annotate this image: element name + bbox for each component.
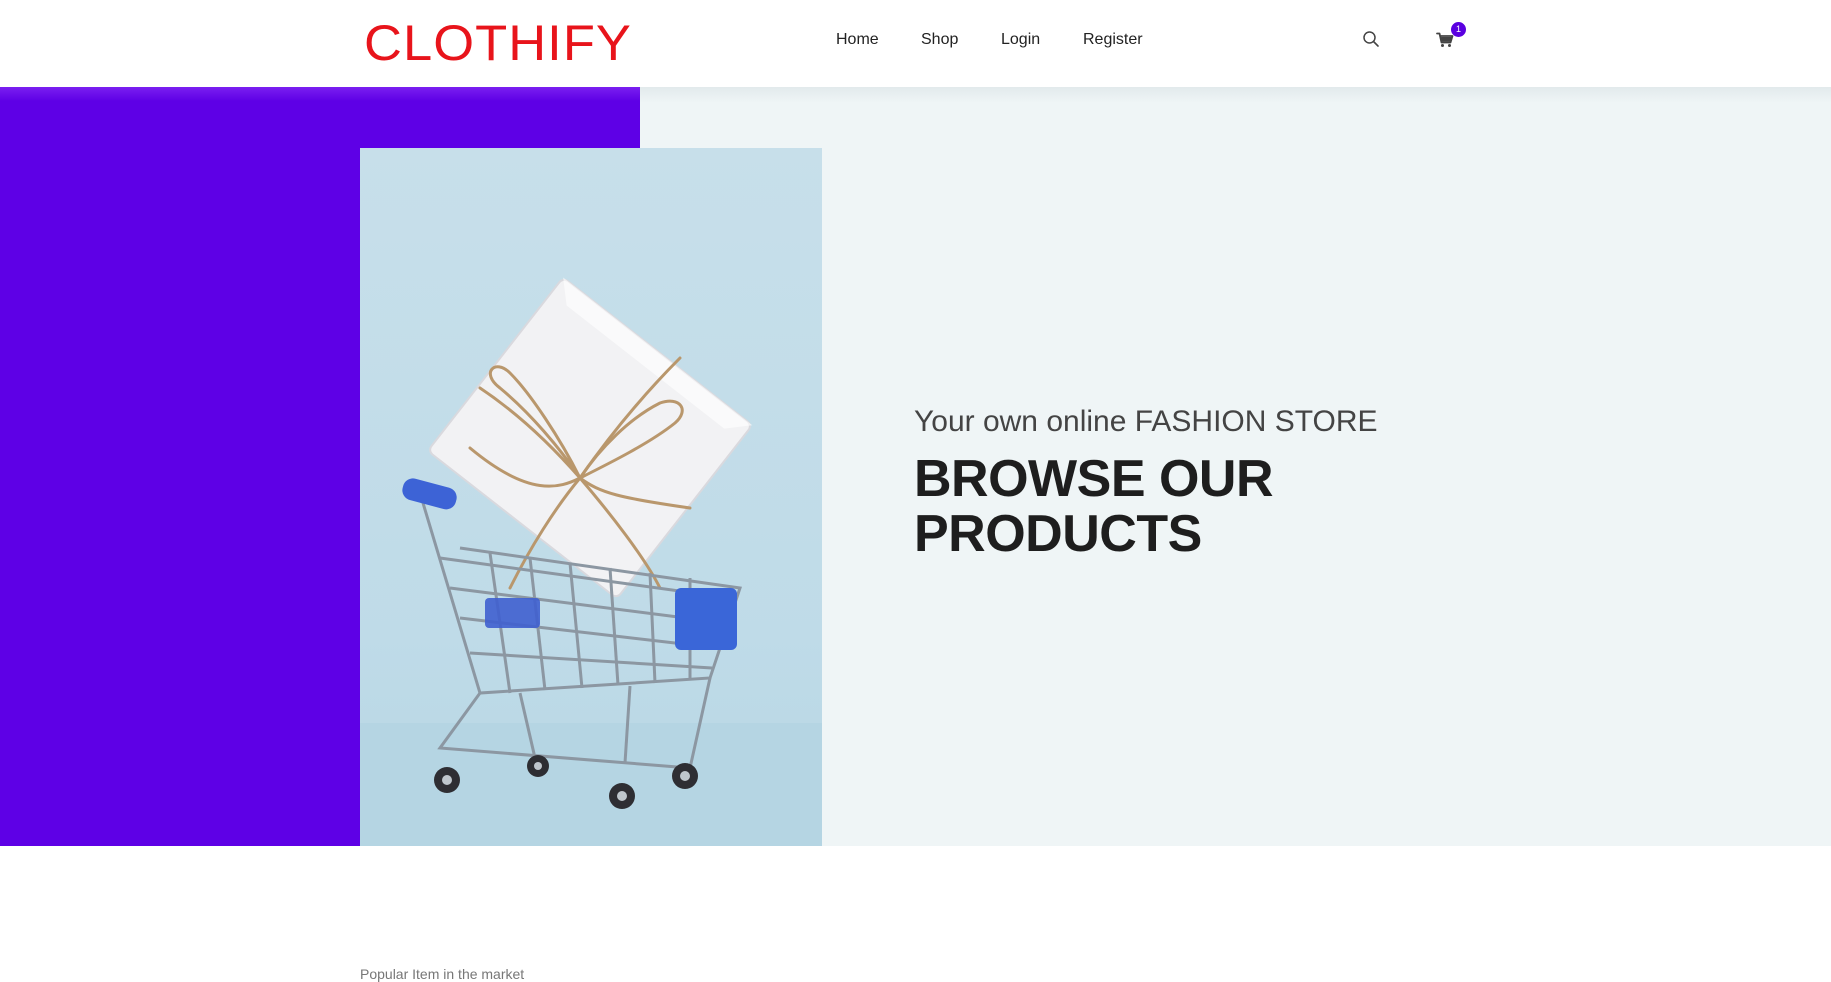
- hero-text-block: Your own online FASHION STORE BROWSE OUR…: [914, 402, 1378, 562]
- nav-register[interactable]: Register: [1083, 31, 1143, 49]
- hero-image: [360, 148, 822, 846]
- nav-shop[interactable]: Shop: [921, 31, 958, 49]
- section-caption: Popular Item in the market: [360, 966, 525, 982]
- nav-home[interactable]: Home: [836, 31, 879, 49]
- brand-logo[interactable]: CLOTHIFY: [364, 13, 632, 73]
- cart-count-badge: 1: [1451, 22, 1466, 37]
- shopping-cart-gift-illustration: [360, 277, 822, 846]
- hero-title-line-2: PRODUCTS: [914, 505, 1202, 563]
- hero-accent-highlight: [0, 87, 640, 101]
- nav-login[interactable]: Login: [1001, 31, 1040, 49]
- hero-subtitle: Your own online FASHION STORE: [914, 405, 1378, 438]
- cart-icon[interactable]: [1436, 32, 1454, 53]
- search-icon[interactable]: [1362, 30, 1380, 53]
- hero-title: BROWSE OUR PRODUCTS: [914, 452, 1378, 562]
- site-header: CLOTHIFY Home Shop Login Register 1: [0, 0, 1831, 87]
- hero-title-line-1: BROWSE OUR: [914, 450, 1273, 508]
